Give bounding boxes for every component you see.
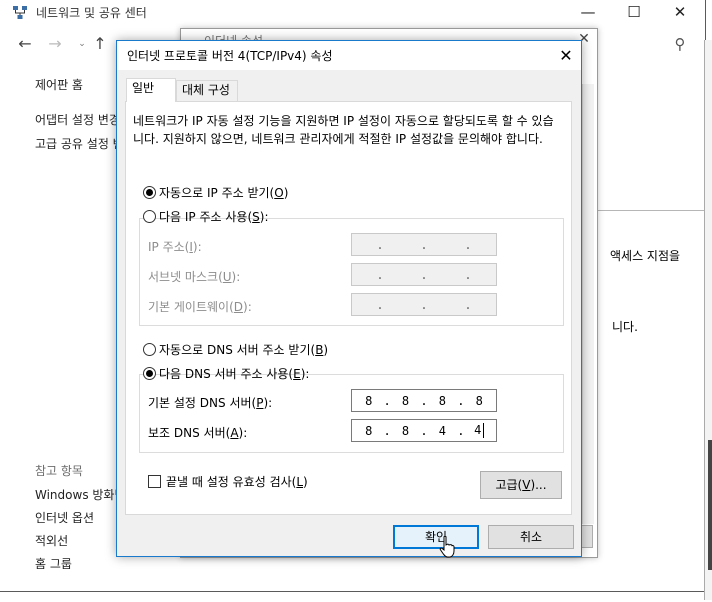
radio-indicator[interactable] (143, 185, 156, 199)
default-gateway-label: 기본 게이트웨이(D): (148, 300, 252, 314)
back-arrow-icon[interactable]: ← (15, 34, 35, 54)
preferred-dns-label: 기본 설정 DNS 서버(P): (148, 396, 273, 410)
alternate-dns-input[interactable]: 8. 8. 4. 4 (351, 419, 497, 442)
octet: 8 (365, 423, 373, 438)
description-text: 네트워크가 IP 자동 설정 기능을 지원하면 IP 설정이 자동으로 할당되도… (133, 114, 554, 146)
obtain-dns-automatically-radio[interactable]: 자동으로 DNS 서버 주소 받기(B) (143, 340, 328, 358)
ethernet-panel-edge (582, 84, 594, 524)
sidebar-item-control-panel-home[interactable]: 제어판 홈 (35, 76, 83, 93)
minimize-button[interactable]: — (565, 0, 611, 26)
main-divider (598, 210, 706, 211)
ip-address-input[interactable]: ... (351, 233, 497, 256)
ip-address-label: IP 주소(I): (148, 240, 202, 254)
preferred-dns-input[interactable]: 8. 8. 8. 8 (351, 389, 497, 412)
use-following-ip-radio[interactable]: 다음 IP 주소 사용(S): (143, 207, 269, 225)
octet: 8 (365, 393, 373, 408)
sidebar-item-change-adapter[interactable]: 어댑터 설정 변경 (35, 111, 117, 128)
up-arrow-icon[interactable]: ↑ (90, 34, 110, 54)
ok-button[interactable]: 확인 (393, 525, 479, 549)
radio-label: 다음 DNS 서버 주소 사용(E): (159, 366, 310, 381)
sidebar-item-homegroup[interactable]: 홈 그룹 (35, 555, 72, 572)
see-also-heading: 참고 항목 (35, 464, 83, 478)
sidebar-item-firewall[interactable]: Windows 방화벽 (35, 486, 117, 503)
main-text-fragment: 니다. (612, 320, 638, 334)
octet: 4 (438, 423, 446, 438)
main-text-fragment: 액세스 지점을 (610, 249, 681, 263)
octet: 8 (401, 423, 410, 438)
alternate-dns-label: 보조 DNS 서버(A): (148, 426, 248, 440)
network-app-icon (13, 6, 27, 19)
close-icon[interactable]: ✕ (555, 45, 577, 67)
obtain-ip-automatically-radio[interactable]: 자동으로 IP 주소 받기(O) (143, 183, 288, 201)
cancel-button[interactable]: 취소 (488, 525, 574, 549)
maximize-button[interactable]: ☐ (611, 0, 657, 26)
use-following-dns-radio[interactable]: 다음 DNS 서버 주소 사용(E): (143, 364, 309, 382)
radio-label: 다음 IP 주소 사용(S): (159, 209, 269, 224)
sidebar-item-infrared[interactable]: 적외선 (35, 532, 68, 549)
search-icon[interactable]: ⚲ (670, 34, 690, 54)
text-caret (483, 423, 485, 438)
checkbox-box[interactable] (148, 474, 161, 488)
validate-settings-checkbox[interactable]: 끝낼 때 설정 유효성 검사(L) (148, 472, 308, 490)
subnet-mask-input[interactable]: ... (351, 263, 497, 286)
octet: 8 (401, 393, 410, 408)
sidebar-item-internet-options[interactable]: 인터넷 옵션 (35, 509, 94, 526)
dialog-title: 인터넷 프로토콜 버전 4(TCP/IPv4) 속성 (127, 49, 333, 63)
advanced-button[interactable]: 고급(V)... (480, 471, 562, 499)
sidebar-item-advanced-sharing[interactable]: 고급 공유 설정 변경 (35, 135, 117, 152)
recent-locations-icon[interactable]: ⌄ (72, 34, 92, 54)
mouse-pointer-icon (439, 536, 455, 558)
tab-alternate-configuration[interactable]: 대체 구성 (176, 80, 238, 101)
forward-arrow-icon[interactable]: → (45, 34, 65, 54)
ipv4-properties-dialog: 인터넷 프로토콜 버전 4(TCP/IPv4) 속성 ✕ 일반 대체 구성 네트… (116, 40, 582, 558)
bg-close-button[interactable]: ✕ (657, 0, 703, 26)
subnet-mask-label: 서브넷 마스크(U): (148, 270, 241, 284)
octet: 4 (472, 423, 486, 438)
ethernet-button-edge[interactable] (581, 525, 593, 548)
radio-label: 자동으로 IP 주소 받기(O) (159, 185, 289, 200)
bg-window-title: 네트워크 및 공유 센터 (36, 6, 147, 20)
radio-indicator[interactable] (143, 366, 156, 380)
offscreen-window-edge-dark (708, 440, 712, 570)
checkbox-label: 끝낼 때 설정 유효성 검사(L) (166, 474, 308, 489)
octet: 8 (475, 393, 483, 408)
default-gateway-input[interactable]: ... (351, 293, 497, 316)
radio-indicator[interactable] (143, 342, 156, 356)
radio-indicator[interactable] (143, 209, 156, 223)
octet: 8 (438, 393, 446, 408)
radio-label: 자동으로 DNS 서버 주소 받기(B) (159, 342, 329, 357)
tab-general[interactable]: 일반 (126, 78, 176, 102)
